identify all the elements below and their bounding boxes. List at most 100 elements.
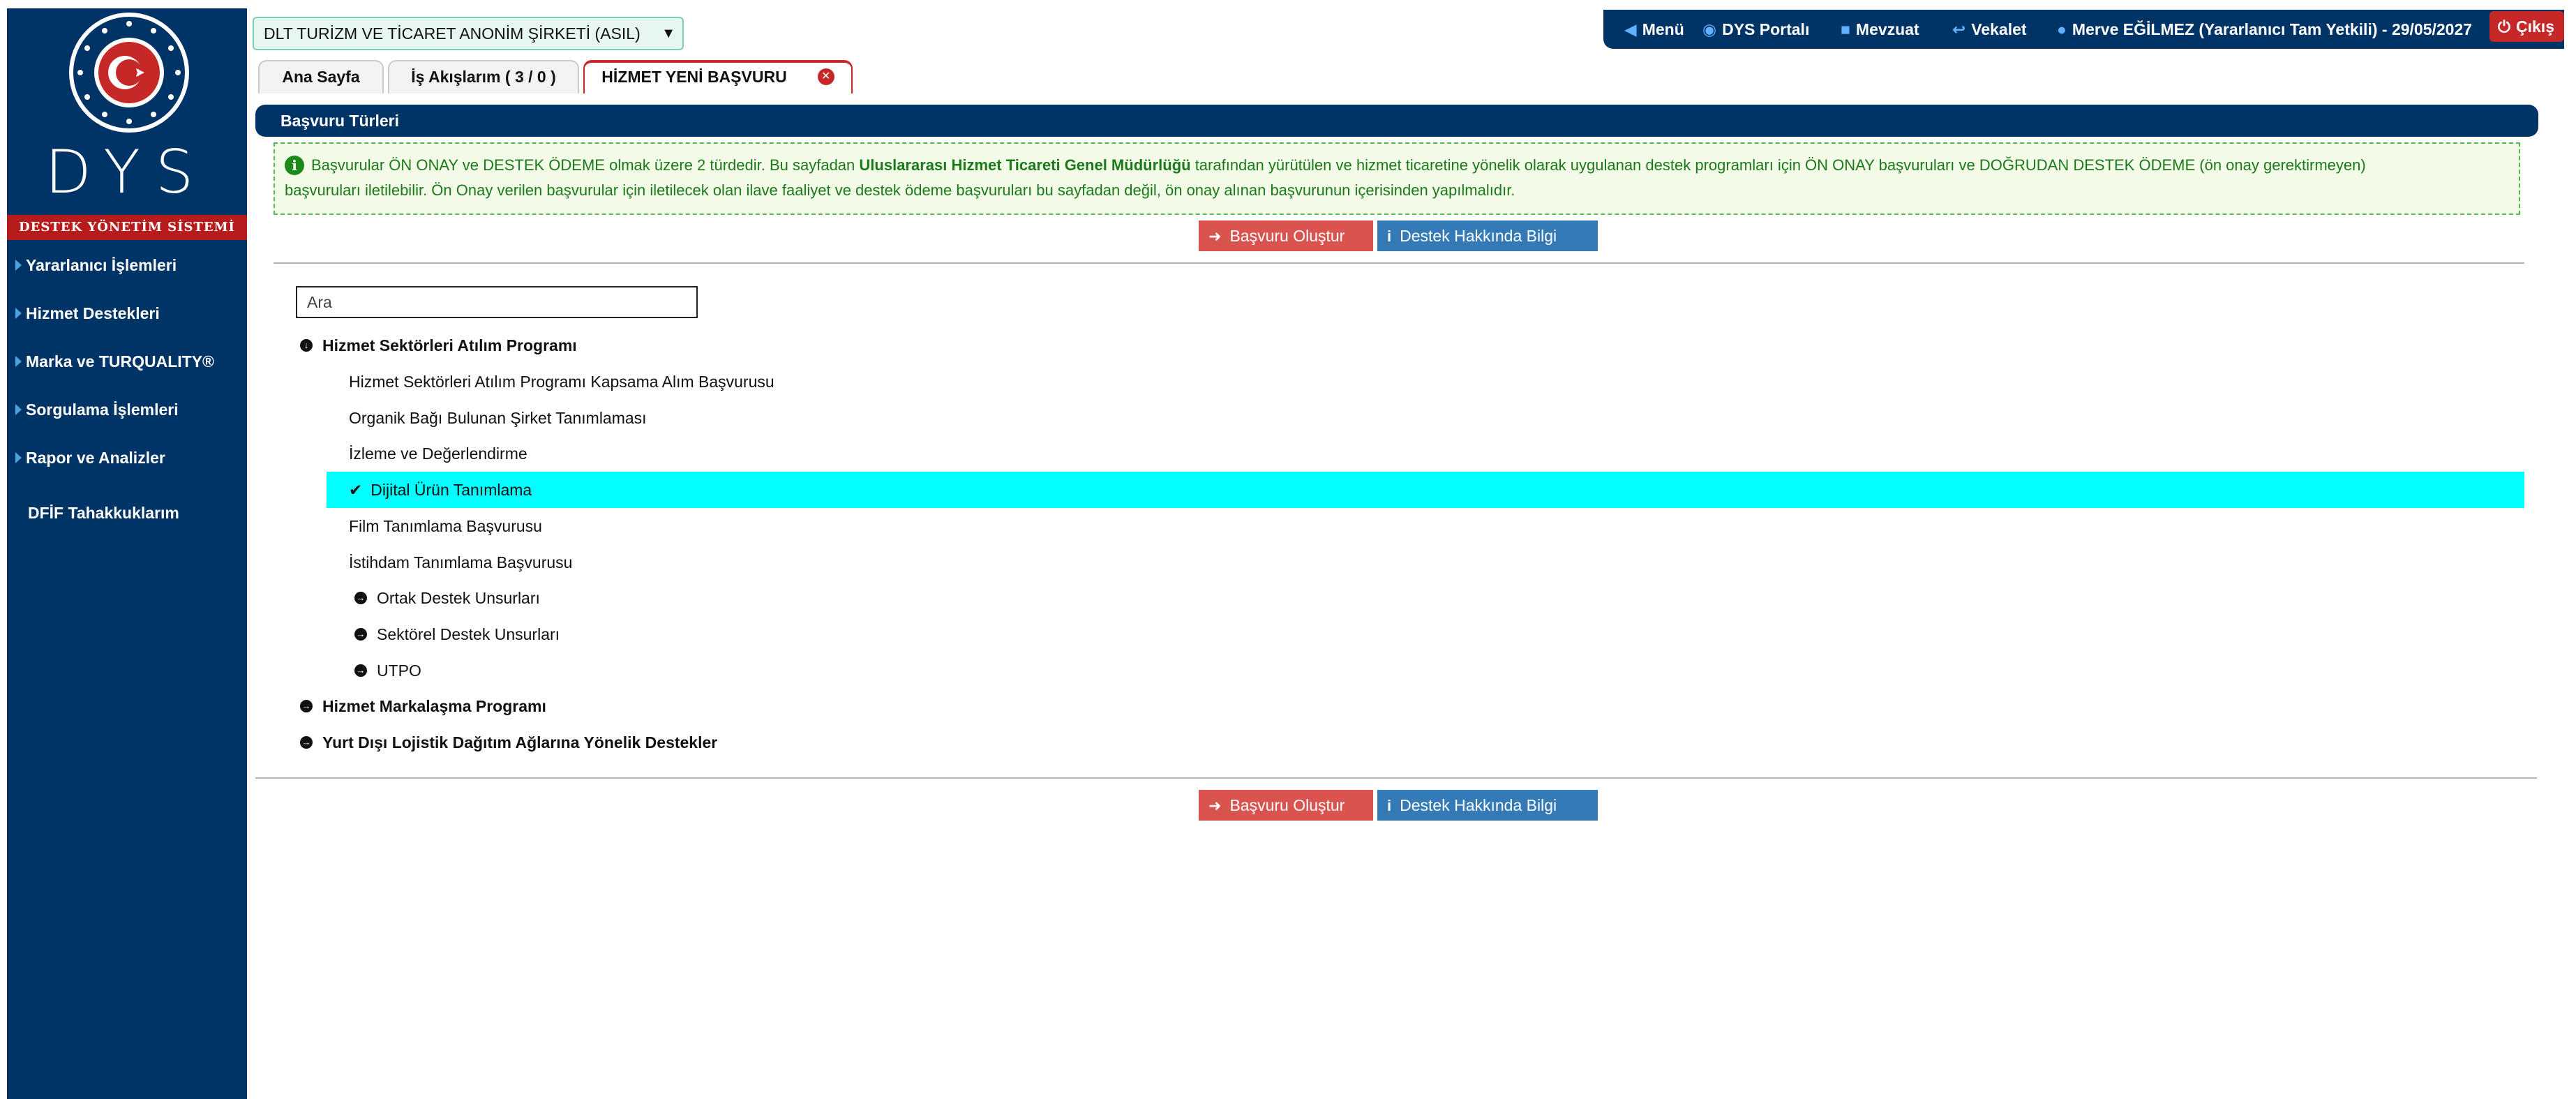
tree-label: Hizmet Sektörleri Atılım Programı <box>322 336 577 354</box>
tree-label: UTPO <box>377 661 421 680</box>
sidebar-item-label: Sorgulama İşlemleri <box>26 401 179 419</box>
tree-area <box>274 275 2524 754</box>
tab-hizmet-yeni-basvuru[interactable]: HİZMET YENİ BAŞVURU ✕ <box>583 60 853 94</box>
globe-icon: ◉ <box>1702 20 1717 38</box>
circle-arrow-right-icon: → <box>354 591 367 604</box>
caret-right-icon <box>15 259 22 271</box>
info-text-bold: Uluslararası Hizmet Ticareti Genel Müdür… <box>859 156 1191 174</box>
sidebar: DYS DESTEK YÖNETİM SİSTEMİ Yararlanıcı İ… <box>7 8 247 1099</box>
company-select[interactable]: DLT TURİZM VE TİCARET ANONİM ŞİRKETİ (AS… <box>253 17 684 50</box>
mevzuat-link[interactable]: ■ Mevzuat <box>1841 10 1919 49</box>
power-icon: ⏻ <box>2497 17 2511 36</box>
info-icon: i <box>1387 227 1392 245</box>
caret-right-icon <box>15 307 22 319</box>
circle-arrow-right-icon: → <box>300 699 313 712</box>
tree-label: Hizmet Sektörleri Atılım Programı Kapsam… <box>349 373 774 391</box>
book-icon: ■ <box>1841 20 1850 38</box>
tab-label: HİZMET YENİ BAŞVURU <box>601 68 787 86</box>
check-icon: ✔ <box>349 481 363 499</box>
mevzuat-label: Mevzuat <box>1855 20 1919 38</box>
tree-label: Hizmet Markalaşma Programı <box>322 697 546 715</box>
divider <box>255 777 2537 779</box>
tree-label: Ortak Destek Unsurları <box>377 589 540 607</box>
vekalet-link[interactable]: ↩ Vekalet <box>1952 10 2027 49</box>
tab-ana-sayfa[interactable]: Ana Sayfa <box>258 60 384 94</box>
info-box: i Başvurular ÖN ONAY ve DESTEK ÖDEME olma… <box>274 142 2520 215</box>
info-line-1: i Başvurular ÖN ONAY ve DESTEK ÖDEME olma… <box>285 153 2508 178</box>
tab-label: İş Akışlarım ( 3 / 0 ) <box>411 68 556 86</box>
button-label: Destek Hakkında Bilgi <box>1400 227 1557 245</box>
portal-label: DYS Portalı <box>1722 20 1810 38</box>
tree-group-markalasma[interactable]: → Hizmet Markalaşma Programı <box>300 688 546 724</box>
tree-label: Yurt Dışı Lojistik Dağıtım Ağlarına Yöne… <box>322 733 718 752</box>
brand-title: DYS <box>45 137 209 207</box>
tree-group-lojistik[interactable]: → Yurt Dışı Lojistik Dağıtım Ağlarına Yön… <box>300 724 717 761</box>
circle-arrow-down-icon: ↓ <box>300 338 313 352</box>
sidebar-item-label: Marka ve TURQUALITY® <box>26 352 215 371</box>
divider <box>274 262 2524 264</box>
tree-label: Film Tanımlama Başvurusu <box>349 517 542 535</box>
tab-label: Ana Sayfa <box>282 68 360 86</box>
create-application-button[interactable]: ➜ Başvuru Oluştur <box>1199 220 1373 251</box>
dys-portal-link[interactable]: ◉ DYS Portalı <box>1702 10 1809 49</box>
user-info[interactable]: ● Merve EĞİLMEZ (Yararlanıcı Tam Yetkili)… <box>2057 10 2472 49</box>
tree-subgroup[interactable]: → Ortak Destek Unsurları <box>354 580 540 616</box>
selected-row-highlight <box>327 472 2524 508</box>
caret-left-icon: ◀ <box>1624 20 1637 38</box>
arrow-right-icon: ➜ <box>1208 797 1222 814</box>
tree-item[interactable]: Film Tanımlama Başvurusu <box>349 508 542 544</box>
chevron-down-icon: ▼ <box>661 26 675 41</box>
caret-right-icon <box>15 451 22 463</box>
search-input[interactable] <box>296 286 698 318</box>
tree-item-selected[interactable]: ✔ Dijital Ürün Tanımlama <box>349 472 532 508</box>
sidebar-item-label: Hizmet Destekleri <box>26 304 160 322</box>
tree-group-atilim[interactable]: ↓ Hizmet Sektörleri Atılım Programı <box>300 327 577 364</box>
sidebar-item-hizmet-destekleri[interactable]: Hizmet Destekleri <box>7 299 247 327</box>
caret-right-icon <box>15 355 22 367</box>
tree-subgroup[interactable]: → UTPO <box>354 652 421 689</box>
sidebar-item-label: Yararlanıcı İşlemleri <box>26 256 177 274</box>
close-tab-icon[interactable]: ✕ <box>817 68 834 85</box>
arrow-right-icon: ➜ <box>1208 227 1222 245</box>
sidebar-item-dfif[interactable]: DFİF Tahakkuklarım <box>7 499 247 527</box>
tree-label: Dijital Ürün Tanımlama <box>370 481 532 499</box>
button-label: Destek Hakkında Bilgi <box>1400 796 1557 814</box>
user-label: Merve EĞİLMEZ (Yararlanıcı Tam Yetkili) … <box>2072 20 2473 38</box>
panel-header: Başvuru Türleri <box>255 105 2538 137</box>
button-label: Başvuru Oluştur <box>1229 227 1345 245</box>
tree-item[interactable]: Organik Bağı Bulunan Şirket Tanımlaması <box>349 400 647 436</box>
menu-label: Menü <box>1642 20 1684 38</box>
tree-label: İstihdam Tanımlama Başvurusu <box>349 553 573 571</box>
menu-link[interactable]: ◀ Menü <box>1624 10 1684 49</box>
info-icon: i <box>1387 797 1392 814</box>
brand-subtitle: DESTEK YÖNETİM SİSTEMİ <box>7 215 247 240</box>
tab-is-akislarim[interactable]: İş Akışlarım ( 3 / 0 ) <box>388 60 579 94</box>
logout-button[interactable]: ⏻ Çıkış <box>2489 11 2564 42</box>
caret-right-icon <box>15 403 22 415</box>
circle-arrow-right-icon: → <box>354 627 367 641</box>
sidebar-item-label: Rapor ve Analizler <box>26 449 165 467</box>
sidebar-item-rapor[interactable]: Rapor ve Analizler <box>7 444 247 472</box>
tree-item[interactable]: İzleme ve Değerlendirme <box>349 435 527 472</box>
support-info-button-bottom[interactable]: i Destek Hakkında Bilgi <box>1377 790 1598 821</box>
panel-title: Başvuru Türleri <box>280 112 399 130</box>
tree-subgroup[interactable]: → Sektörel Destek Unsurları <box>354 616 560 652</box>
top-nav: ◀ Menü ◉ DYS Portalı ■ Mevzuat ↩ Vekalet ● Me… <box>1603 10 2564 49</box>
company-select-value: DLT TURİZM VE TİCARET ANONİM ŞİRKETİ (AS… <box>264 24 641 43</box>
info-text-c: tarafından yürütülen ve hizmet ticaretin… <box>1190 156 2366 174</box>
sidebar-item-yararlanici[interactable]: Yararlanıcı İşlemleri <box>7 251 247 279</box>
tree-item[interactable]: İstihdam Tanımlama Başvurusu <box>349 544 572 581</box>
support-info-button[interactable]: i Destek Hakkında Bilgi <box>1377 220 1598 251</box>
reply-icon: ↩ <box>1952 20 1966 38</box>
sidebar-item-marka[interactable]: Marka ve TURQUALITY® <box>7 347 247 375</box>
user-icon: ● <box>2057 20 2067 38</box>
tree-label: Organik Bağı Bulunan Şirket Tanımlaması <box>349 409 647 427</box>
sidebar-item-sorgulama[interactable]: Sorgulama İşlemleri <box>7 396 247 424</box>
info-text-a: Başvurular ÖN ONAY ve DESTEK ÖDEME olmak… <box>311 156 860 174</box>
tree-item[interactable]: Hizmet Sektörleri Atılım Programı Kapsam… <box>349 364 774 400</box>
button-label: Başvuru Oluştur <box>1229 796 1345 814</box>
sidebar-item-label: DFİF Tahakkuklarım <box>28 504 179 522</box>
vekalet-label: Vekalet <box>1971 20 2027 38</box>
create-application-button-bottom[interactable]: ➜ Başvuru Oluştur <box>1199 790 1373 821</box>
circle-arrow-right-icon: → <box>354 664 367 677</box>
